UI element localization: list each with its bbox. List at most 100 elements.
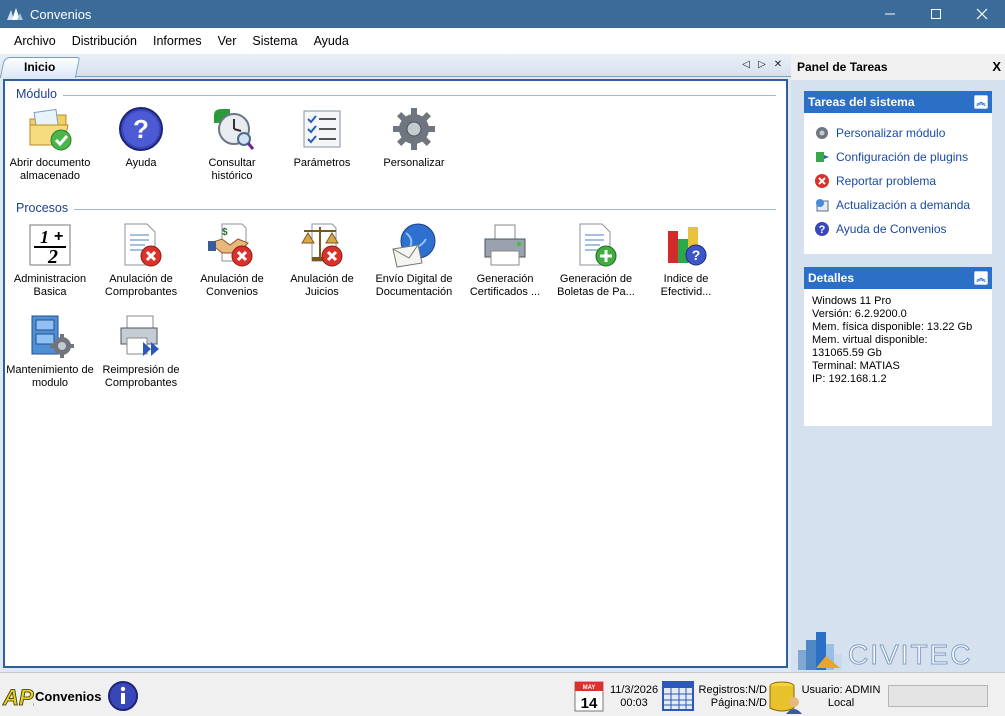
globe-mail-icon [392, 223, 436, 268]
menu-distribucion[interactable]: Distribución [64, 30, 145, 52]
gear-small-icon [816, 127, 828, 139]
menu-sistema[interactable]: Sistema [244, 30, 305, 52]
detail-terminal: Terminal: MATIAS [812, 360, 900, 372]
tile-envio-digital[interactable]: Envío Digital de Documentación [369, 221, 459, 299]
section-divider [16, 209, 776, 210]
help-icon: ? [119, 107, 163, 151]
task-panel: Panel de Tareas X Tareas del sistema ︽ P… [791, 54, 1005, 672]
tile-indice-efectividad[interactable]: ? Indice de Efectivid... [641, 221, 731, 299]
details-content: Windows 11 Pro Versión: 6.2.9200.0 Mem. … [804, 289, 992, 392]
grid-icon [662, 681, 694, 711]
status-datetime: 11/3/2026 00:03 [606, 684, 662, 710]
help-small-icon: ? [815, 222, 829, 236]
menu-archivo[interactable]: Archivo [6, 30, 64, 52]
svg-text:API: API [2, 685, 34, 709]
svg-text:+: + [54, 228, 63, 245]
numbers-icon: 1 + 2 [29, 224, 71, 268]
chart-help-icon: ? [668, 227, 707, 266]
menu-ayuda[interactable]: Ayuda [306, 30, 357, 52]
tile-mantenimiento-modulo[interactable]: Mantenimiento de modulo [5, 312, 95, 390]
svg-text:1: 1 [40, 227, 49, 247]
scales-cancel-icon [301, 223, 343, 267]
detail-virtual-memory-label: Mem. virtual disponible: [812, 334, 928, 346]
status-time: 00:03 [620, 697, 648, 709]
tab-scroll-right-icon[interactable]: ▷ [757, 58, 767, 70]
tile-label: Anulación de Comprobantes [104, 273, 178, 298]
tile-personalizar[interactable]: Personalizar [369, 105, 459, 170]
svg-text:?: ? [692, 247, 701, 263]
app-icon [7, 8, 23, 20]
group-details: Detalles ︽ Windows 11 Pro Versión: 6.2.9… [804, 267, 992, 426]
info-icon[interactable] [107, 680, 139, 712]
task-reportar-problema[interactable]: Reportar problema [804, 169, 992, 193]
tile-anulacion-convenios[interactable]: $ Anulación de Convenios [187, 221, 277, 299]
close-window-button[interactable] [959, 0, 1005, 28]
tile-label: Anulación de Convenios [200, 273, 264, 298]
collapse-icon[interactable]: ︽ [974, 271, 988, 285]
checklist-icon [303, 110, 341, 148]
task-configuracion-plugins[interactable]: Configuración de plugins [804, 145, 992, 169]
tile-consultar-historico[interactable]: Consultar histórico [187, 105, 277, 183]
window-title: Convenios [30, 6, 92, 22]
group-details-title: Detalles [808, 271, 855, 285]
menu-bar: Archivo Distribución Informes Ver Sistem… [0, 28, 1005, 54]
civitec-logo: CIVITEC [798, 632, 971, 671]
task-panel-close-button[interactable]: X [992, 54, 1001, 80]
tile-label: Anulación de Juicios [290, 273, 354, 298]
cabinet-gear-icon [31, 315, 74, 358]
maximize-icon [931, 9, 941, 19]
svg-text:?: ? [819, 224, 826, 236]
collapse-icon[interactable]: ︽ [974, 95, 988, 109]
group-system-tasks-header[interactable]: Tareas del sistema ︽ [804, 91, 992, 113]
tile-generacion-certificados[interactable]: Generación Certificados ... [460, 221, 550, 299]
handshake-cancel-icon: $ [208, 223, 253, 267]
task-label: Configuración de plugins [836, 150, 969, 164]
task-personalizar-modulo[interactable]: Personalizar módulo [804, 121, 992, 145]
tile-ayuda[interactable]: ? Ayuda [96, 105, 186, 170]
task-actualizacion-demanda[interactable]: Actualización a demanda [804, 193, 992, 217]
api-logo: API [2, 681, 34, 709]
tile-generacion-boletas[interactable]: Generación de Boletas de Pa... [551, 221, 641, 299]
status-user: Usuario: ADMIN Local [800, 684, 882, 710]
task-panel-title: Panel de Tareas [797, 60, 888, 74]
menu-ver[interactable]: Ver [210, 30, 245, 52]
tile-label: Parámetros [293, 157, 351, 169]
document-add-icon [579, 223, 617, 267]
tile-abrir-documento[interactable]: Abrir documento almacenado [5, 105, 95, 183]
error-icon [815, 174, 829, 188]
tile-label: Mantenimiento de modulo [6, 364, 94, 389]
detail-os: Windows 11 Pro [812, 295, 892, 307]
task-label: Actualización a demanda [836, 198, 971, 212]
reprint-icon [120, 315, 159, 356]
maximize-button[interactable] [913, 0, 959, 28]
status-records: Registros:N/D Página:N/D [695, 684, 767, 710]
tab-scroll-left-icon[interactable]: ◁ [741, 58, 751, 70]
printer-icon [484, 224, 526, 266]
status-registros: Registros:N/D [698, 684, 767, 696]
status-date: 11/3/2026 [609, 684, 659, 696]
group-system-tasks-title: Tareas del sistema [808, 95, 915, 109]
minimize-button[interactable] [867, 0, 913, 28]
database-user-icon [769, 681, 802, 714]
task-label: Reportar problema [836, 174, 937, 188]
status-usuario: Usuario: ADMIN [801, 684, 881, 696]
tile-administracion-basica[interactable]: 1 + 2 Administracion Basica [5, 221, 95, 299]
tile-label: Administracion Basica [13, 273, 87, 298]
folder-check-icon [29, 108, 72, 151]
detail-virtual-memory-value: 131065.59 Gb [812, 347, 882, 359]
svg-text:?: ? [133, 114, 149, 144]
detail-ip: IP: 192.168.1.2 [812, 373, 887, 385]
tab-close-icon[interactable]: ✕ [773, 58, 783, 70]
document-cancel-icon [124, 223, 162, 267]
group-system-tasks: Tareas del sistema ︽ Personalizar módulo… [804, 91, 992, 254]
tile-anulacion-comprobantes[interactable]: Anulación de Comprobantes [96, 221, 186, 299]
group-details-header[interactable]: Detalles ︽ [804, 267, 992, 289]
task-ayuda-convenios[interactable]: ? Ayuda de Convenios [804, 217, 992, 241]
minimize-icon [885, 13, 895, 15]
tab-inicio[interactable]: Inicio [0, 57, 81, 78]
tile-reimpresion-comprobantes[interactable]: Reimpresión de Comprobantes [96, 312, 186, 390]
menu-informes[interactable]: Informes [145, 30, 210, 52]
tile-parametros[interactable]: Parámetros [277, 105, 367, 170]
tile-anulacion-juicios[interactable]: Anulación de Juicios [277, 221, 367, 299]
svg-text:$: $ [222, 227, 228, 238]
